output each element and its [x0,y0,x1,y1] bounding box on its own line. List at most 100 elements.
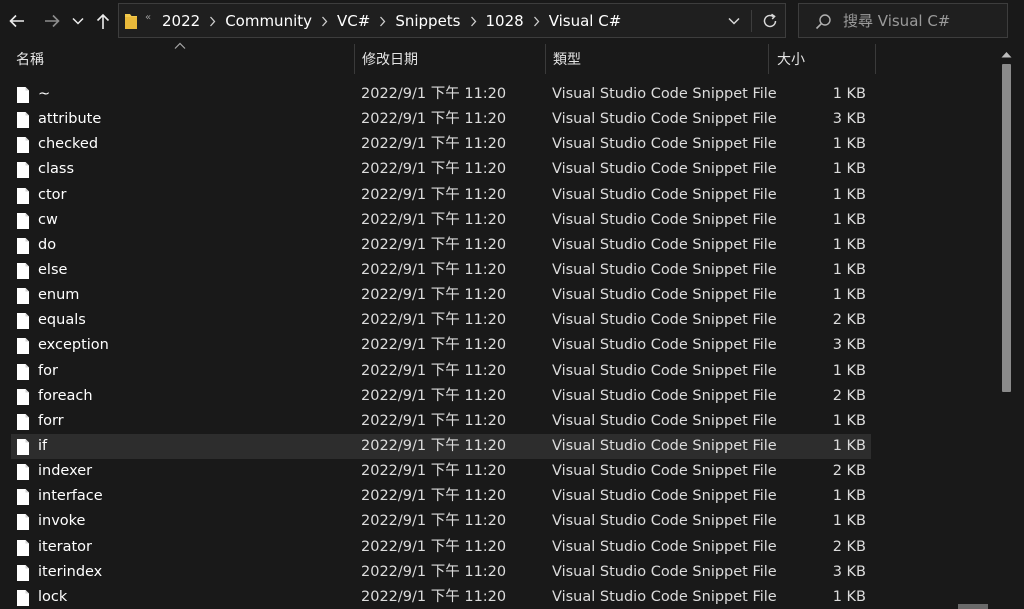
file-row[interactable]: do 2022/9/1 下午 11:20 Visual Studio Code Sn… [11,233,871,258]
breadcrumb-item-visual-csharp[interactable]: Visual C# [549,12,622,30]
horizontal-scrollbar-thumb[interactable] [958,604,988,609]
file-icon [16,187,30,209]
file-name: iterator [38,538,92,555]
search-input[interactable] [843,8,1001,33]
arrow-left-icon [9,14,24,28]
file-size: 1 KB [832,186,866,203]
chevron-right-icon[interactable] [209,16,216,27]
file-type: Visual Studio Code Snippet File [552,538,777,555]
file-modified-date: 2022/9/1 下午 11:20 [361,287,507,304]
column-type[interactable]: 類型 [553,44,763,76]
file-modified-date: 2022/9/1 下午 11:20 [361,488,507,505]
column-name[interactable]: 名稱 [16,44,352,76]
refresh-button[interactable] [759,11,781,31]
file-row[interactable]: exception 2022/9/1 下午 11:20 Visual Studio … [11,333,871,358]
file-row[interactable]: invoke 2022/9/1 下午 11:20 Visual Studio Cod… [11,509,871,534]
file-size: 2 KB [832,538,866,555]
file-type: Visual Studio Code Snippet File [552,136,777,153]
search-icon [815,14,831,30]
file-row[interactable]: attribute 2022/9/1 下午 11:20 Visual Studio … [11,107,871,132]
column-size[interactable]: 大小 [777,44,872,76]
file-icon [16,539,30,561]
file-row[interactable]: checked 2022/9/1 下午 11:20 Visual Studio Co… [11,132,871,157]
file-size: 1 KB [832,362,866,379]
breadcrumb-overflow[interactable]: « [145,12,151,23]
file-row[interactable]: iterator 2022/9/1 下午 11:20 Visual Studio C… [11,535,871,560]
file-size: 1 KB [832,261,866,278]
recent-locations-button[interactable] [68,6,88,36]
address-history-dropdown[interactable] [725,12,743,30]
file-row[interactable]: cw 2022/9/1 下午 11:20 Visual Studio Code Sn… [11,208,871,233]
navigation-bar: « 2022 Community VC# Snippets 1028 Visua… [0,0,1024,42]
forward-button[interactable] [38,6,66,36]
file-row[interactable]: foreach 2022/9/1 下午 11:20 Visual Studio Co… [11,384,871,409]
file-row[interactable]: lock 2022/9/1 下午 11:20 Visual Studio Code … [11,585,871,609]
file-row[interactable]: for 2022/9/1 下午 11:20 Visual Studio Code S… [11,359,871,384]
chevron-right-icon[interactable] [379,16,386,27]
file-name: else [38,261,68,278]
scrollbar-thumb[interactable] [1002,64,1011,392]
file-row[interactable]: indexer 2022/9/1 下午 11:20 Visual Studio Co… [11,459,871,484]
file-type: Visual Studio Code Snippet File [552,412,777,429]
up-button[interactable] [90,6,116,36]
file-name: invoke [38,513,86,530]
back-button[interactable] [3,6,31,36]
breadcrumb-item-snippets[interactable]: Snippets [395,12,460,30]
file-name: indexer [38,463,93,480]
file-icon [16,388,30,410]
column-date[interactable]: 修改日期 [362,44,542,76]
file-icon [16,513,30,535]
refresh-icon [763,13,777,28]
file-icon [16,564,30,586]
file-row[interactable]: class 2022/9/1 下午 11:20 Visual Studio Code… [11,157,871,182]
address-divider [751,10,752,32]
file-row[interactable]: enum 2022/9/1 下午 11:20 Visual Studio Code … [11,283,871,308]
file-name: exception [38,337,109,354]
file-size: 1 KB [832,211,866,228]
file-modified-date: 2022/9/1 下午 11:20 [361,186,507,203]
chevron-right-icon[interactable] [321,16,328,27]
address-bar[interactable]: « 2022 Community VC# Snippets 1028 Visua… [118,3,786,38]
vertical-scrollbar[interactable] [997,44,1017,609]
file-modified-date: 2022/9/1 下午 11:20 [361,136,507,153]
breadcrumb-item-vc[interactable]: VC# [337,12,370,30]
chevron-right-icon[interactable] [470,16,477,27]
file-modified-date: 2022/9/1 下午 11:20 [361,563,507,580]
file-row[interactable]: ~2022/9/1 下午 11:20 Visual Studio Code Sni… [11,82,871,107]
file-row[interactable]: if 2022/9/1 下午 11:20 Visual Studio Code Sn… [11,433,871,460]
file-modified-date: 2022/9/1 下午 11:20 [361,588,507,605]
file-row[interactable]: iterindex 2022/9/1 下午 11:20 Visual Studio … [11,560,871,585]
file-modified-date: 2022/9/1 下午 11:20 [361,261,507,278]
column-divider[interactable] [768,44,769,74]
search-box[interactable] [798,3,1008,38]
chevron-right-icon[interactable] [533,16,540,27]
breadcrumb-item-2022[interactable]: 2022 [162,12,200,30]
file-type: Visual Studio Code Snippet File [552,362,777,379]
file-icon [16,262,30,284]
file-modified-date: 2022/9/1 下午 11:20 [361,211,507,228]
file-type: Visual Studio Code Snippet File [552,588,777,605]
file-row[interactable]: equals 2022/9/1 下午 11:20 Visual Studio Cod… [11,308,871,333]
column-divider[interactable] [354,44,355,74]
file-row[interactable]: interface 2022/9/1 下午 11:20 Visual Studio … [11,484,871,509]
chevron-down-icon [72,17,84,25]
column-divider[interactable] [875,44,876,74]
file-modified-date: 2022/9/1 下午 11:20 [361,387,507,404]
file-icon [16,463,30,485]
file-icon [16,111,30,133]
breadcrumb-item-community[interactable]: Community [225,12,312,30]
file-row[interactable]: forr 2022/9/1 下午 11:20 Visual Studio Code … [11,409,871,434]
chevron-down-icon [728,17,740,25]
column-divider[interactable] [545,44,546,74]
file-row[interactable]: ctor 2022/9/1 下午 11:20 Visual Studio Code … [11,183,871,208]
file-icon [16,589,30,609]
file-type: Visual Studio Code Snippet File [552,111,777,128]
file-size: 1 KB [832,236,866,253]
file-icon [16,438,30,460]
file-name: enum [38,287,80,304]
file-name: for [38,362,58,379]
breadcrumb-item-1028[interactable]: 1028 [486,12,524,30]
scroll-up-icon[interactable] [1001,51,1012,58]
file-modified-date: 2022/9/1 下午 11:20 [361,437,507,454]
file-row[interactable]: else 2022/9/1 下午 11:20 Visual Studio Code … [11,258,871,283]
